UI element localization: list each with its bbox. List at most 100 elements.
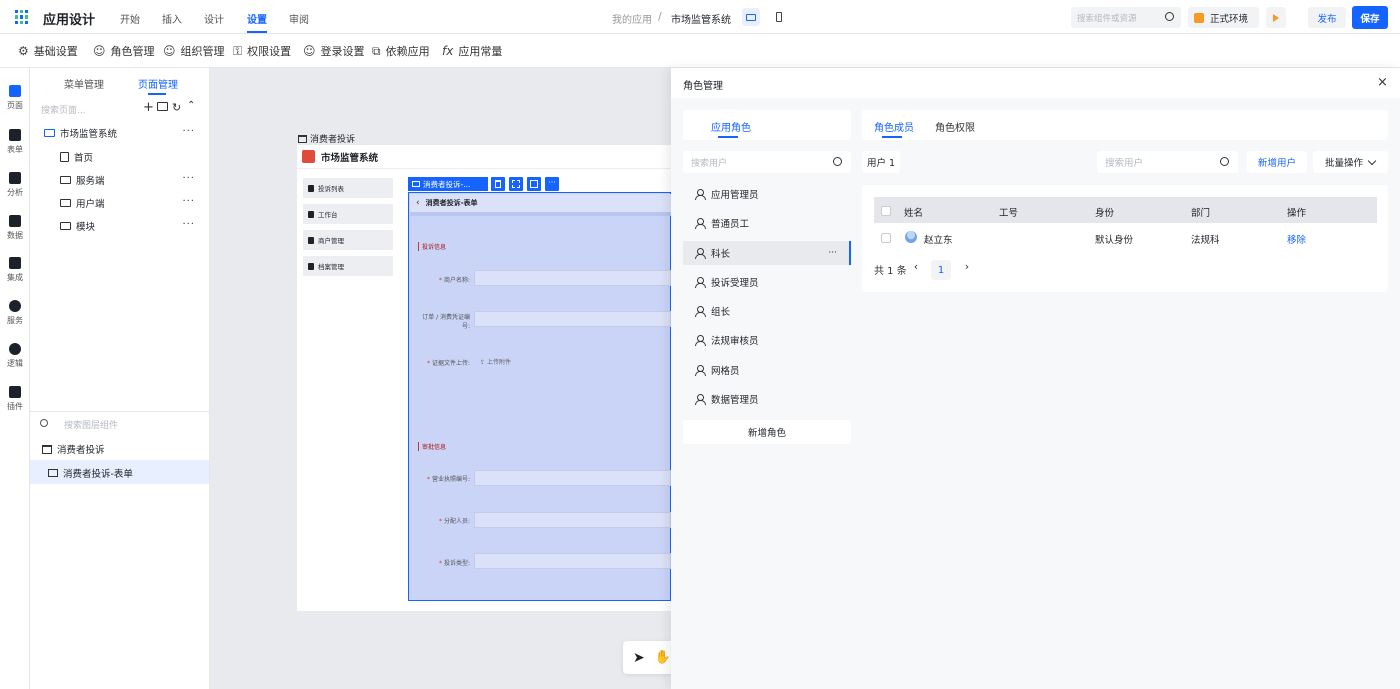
tree-item-home[interactable]: 首页	[60, 150, 93, 164]
rail-item-forms[interactable]: 表单	[0, 129, 30, 155]
member-search[interactable]: 搜索用户	[1097, 151, 1238, 173]
user-search-input[interactable]: 搜索用户	[691, 156, 727, 169]
copy-component-icon[interactable]	[509, 177, 523, 191]
rail-item-analysis[interactable]: 分析	[0, 172, 30, 198]
close-icon[interactable]: ×	[1377, 75, 1388, 90]
nav-item[interactable]: 档案管理	[303, 256, 393, 276]
role-item[interactable]: 数据管理员	[683, 387, 851, 411]
field-input[interactable]	[474, 311, 671, 327]
grid-icon[interactable]	[15, 10, 29, 24]
toolbar-dependency-apps[interactable]: ⧉ 依赖应用	[372, 34, 430, 68]
user-search[interactable]: 搜索用户	[683, 151, 851, 173]
rail-label-plugins: 插件	[7, 402, 23, 411]
tree-root[interactable]: 市场监管系统	[44, 126, 117, 140]
field-label: * 商户名称:	[439, 277, 470, 284]
selected-form-component[interactable]	[408, 192, 671, 601]
batch-actions-button[interactable]: 批量操作	[1313, 151, 1388, 173]
tree-item-server[interactable]: 服务端	[60, 173, 105, 187]
toolbar-role-management[interactable]: ☺ 角色管理	[93, 34, 155, 68]
role-item[interactable]: 组长	[683, 299, 851, 323]
publish-button[interactable]: 发布	[1308, 7, 1346, 28]
add-user-button[interactable]: 新增用户	[1247, 151, 1307, 173]
nav-item[interactable]: 投诉列表	[303, 178, 393, 198]
layer-search-input[interactable]: 搜索图层组件	[64, 418, 118, 431]
add-folder-icon[interactable]	[157, 102, 168, 111]
tab-role-members[interactable]: 角色成员	[874, 119, 914, 134]
refresh-icon[interactable]: ↻	[172, 101, 181, 114]
component-search-input[interactable]: 搜索组件或资源	[1077, 12, 1137, 24]
menu-review[interactable]: 审阅	[289, 11, 309, 26]
toolbar-app-constants[interactable]: fx 应用常量	[442, 34, 502, 68]
tree-item-module[interactable]: 模块	[60, 219, 95, 233]
menu-start[interactable]: 开始	[120, 11, 140, 26]
add-page-icon[interactable]: +	[143, 100, 154, 115]
tab-menu-management[interactable]: 菜单管理	[64, 76, 104, 91]
role-item-selected[interactable]: 科长 ···	[683, 241, 851, 265]
field-input[interactable]	[474, 553, 671, 569]
role-item[interactable]: 普通员工	[683, 211, 851, 235]
design-canvas[interactable]: 消费者投诉 市场监管系统 投诉列表 工作台 商户管理 档案管理 消费者投诉-..…	[210, 68, 671, 689]
field-input[interactable]	[474, 270, 671, 286]
rail-item-pages[interactable]: 页面	[0, 85, 30, 111]
toolbar-permission-settings[interactable]: ⚿ 权限设置	[233, 34, 291, 68]
hand-icon[interactable]: ✋	[655, 650, 671, 665]
mobile-view-icon[interactable]	[770, 8, 788, 26]
menu-settings[interactable]: 设置	[247, 11, 267, 26]
next-page-icon[interactable]: ›	[958, 260, 976, 278]
role-item[interactable]: 网格员	[683, 358, 851, 382]
menu-design[interactable]: 设计	[204, 11, 224, 26]
save-button[interactable]: 保存	[1352, 6, 1388, 29]
tree-item-client-more-icon[interactable]: ···	[182, 196, 195, 207]
layer-item-page[interactable]: 消费者投诉	[42, 442, 105, 456]
toolbar-basic-settings[interactable]: ⚙ 基础设置	[18, 34, 78, 68]
rail-item-data[interactable]: 数据	[0, 215, 30, 241]
role-item[interactable]: 法规审核员	[683, 328, 851, 352]
toolbar-login-settings[interactable]: ☺ 登录设置	[303, 34, 365, 68]
add-role-button[interactable]: 新增角色	[683, 420, 851, 444]
tree-item-module-more-icon[interactable]: ···	[182, 219, 195, 230]
tree-item-server-more-icon[interactable]: ···	[182, 173, 195, 184]
tree-root-more-icon[interactable]: ···	[182, 126, 195, 137]
row-checkbox[interactable]	[881, 233, 891, 243]
nav-item[interactable]: 商户管理	[303, 230, 393, 250]
field-input[interactable]	[474, 512, 671, 528]
rail-item-services[interactable]: 服务	[0, 300, 30, 326]
layout-icon[interactable]	[527, 177, 541, 191]
component-chip[interactable]: 消费者投诉-...	[408, 177, 488, 191]
role-item[interactable]: 应用管理员	[683, 182, 851, 206]
breadcrumb-root[interactable]: 我的应用	[612, 11, 652, 26]
upload-button[interactable]: ⇪ 上传附件	[480, 357, 511, 366]
toolbar-org-management[interactable]: ☺ 组织管理	[163, 34, 225, 68]
doc-icon	[308, 210, 314, 218]
layer-item-form[interactable]: 消费者投诉-表单	[48, 466, 133, 480]
tab-page-management[interactable]: 页面管理	[138, 76, 178, 91]
role-item[interactable]: 投诉受理员	[683, 270, 851, 294]
rail-item-integration[interactable]: 集成	[0, 257, 30, 283]
role-more-icon[interactable]: ···	[828, 248, 837, 258]
remove-member-link[interactable]: 移除	[1287, 232, 1306, 246]
pointer-icon[interactable]: ➤	[633, 650, 645, 666]
nav-item[interactable]: 工作台	[303, 204, 393, 224]
back-icon[interactable]: ‹	[416, 198, 420, 208]
field-input[interactable]	[474, 470, 671, 486]
menu-insert[interactable]: 插入	[162, 11, 182, 26]
rail-item-plugins[interactable]: 插件	[0, 386, 30, 412]
tab-role-permissions[interactable]: 角色权限	[935, 119, 975, 134]
member-search-input[interactable]: 搜索用户	[1105, 155, 1143, 169]
prev-page-icon[interactable]: ‹	[907, 260, 925, 278]
tree-item-client[interactable]: 用户端	[60, 196, 105, 210]
rail-item-logic[interactable]: 逻辑	[0, 343, 30, 369]
more-actions-icon[interactable]: ···	[545, 177, 559, 191]
cube-icon	[9, 257, 21, 269]
component-search[interactable]: 搜索组件或资源	[1071, 7, 1181, 28]
tab-app-roles[interactable]: 应用角色	[711, 119, 751, 134]
collapse-icon[interactable]: ⌃	[187, 100, 195, 111]
members-table-card: 姓名 工号 身份 部门 操作 赵立东 默认身份 法规科 移除 共 1 条 ‹ 1…	[862, 185, 1388, 292]
preview-button[interactable]	[1266, 7, 1286, 28]
page-search-input[interactable]: 搜索页面...	[41, 103, 86, 116]
delete-icon[interactable]	[491, 177, 505, 191]
page-number[interactable]: 1	[931, 260, 951, 280]
select-all-checkbox[interactable]	[881, 206, 891, 216]
env-switch[interactable]: 正式环境	[1188, 7, 1259, 28]
desktop-view-icon[interactable]	[742, 8, 760, 26]
